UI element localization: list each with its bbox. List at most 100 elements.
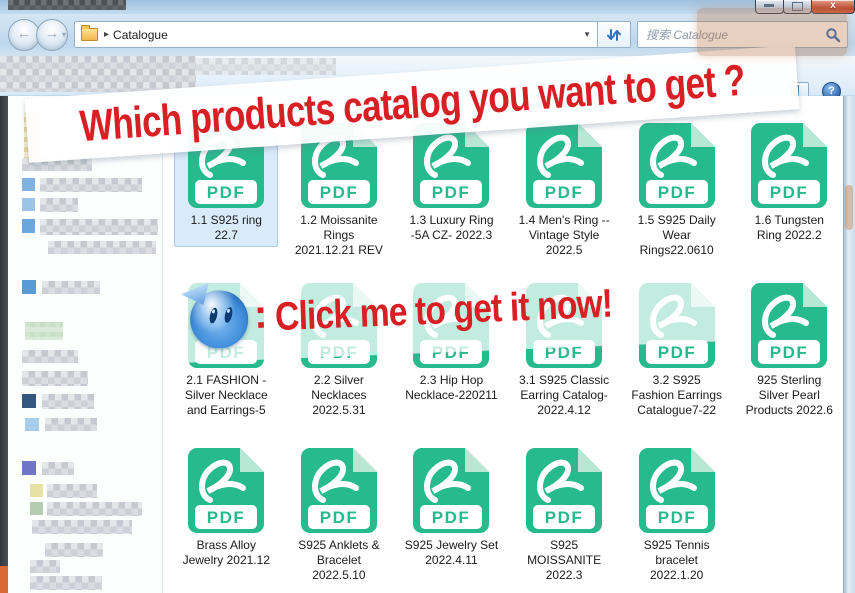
file-item[interactable]: PDF 1.5 S925 Daily Wear Rings22.0610 [620, 114, 733, 262]
censored-block [22, 178, 35, 191]
censored-block [42, 281, 100, 294]
pdf-icon-graphic: PDF [300, 448, 377, 533]
address-dropdown-chevron[interactable]: ▼ [583, 30, 591, 39]
desktop-edge-artifact [0, 566, 8, 593]
pdf-icon-graphic: PDF [413, 448, 490, 533]
svg-text:PDF: PDF [770, 183, 809, 202]
svg-text:PDF: PDF [657, 508, 696, 527]
censored-block [47, 502, 142, 516]
file-name: 1.1 S925 ring 22.7 [190, 213, 262, 242]
pdf-icon-graphic: PDF [638, 123, 715, 208]
censored-block [45, 418, 97, 431]
file-item[interactable]: PDF 1.4 Men's Ring -- Vintage Style 2022… [508, 114, 621, 262]
file-name: Brass Alloy Jewelry 2021.12 [182, 538, 270, 567]
frame-artifact [845, 185, 853, 230]
address-bar[interactable]: ▸ Catalogue ▼ [74, 21, 598, 48]
pdf-icon[interactable]: PDF [186, 443, 266, 535]
svg-text:PDF: PDF [545, 508, 584, 527]
breadcrumb-arrow-icon: ▸ [104, 29, 110, 40]
censored-block [40, 219, 158, 235]
pdf-icon[interactable]: PDF [411, 443, 491, 535]
file-name: 1.3 Luxury Ring -5A CZ- 2022.3 [409, 213, 494, 242]
svg-text:PDF: PDF [770, 343, 809, 362]
pdf-icon[interactable]: PDF [637, 118, 717, 210]
file-item-box[interactable]: PDF 1.5 S925 Daily Wear Rings22.0610 [625, 114, 729, 262]
file-name: 2.1 FASHION - Silver Necklace and Earrin… [184, 373, 268, 417]
file-item[interactable]: PDF S925 MOISSANITE 2022.3 [508, 439, 621, 587]
file-item[interactable]: PDF 1.6 Tungsten Ring 2022.2 [733, 114, 846, 262]
censored-block [22, 371, 88, 386]
censored-overlay [697, 8, 847, 56]
breadcrumb-folder[interactable]: Catalogue [113, 28, 168, 42]
file-name: S925 Tennis bracelet 2022.1.20 [643, 538, 710, 582]
file-name: S925 Anklets & Bracelet 2022.5.10 [298, 538, 380, 582]
file-grid-row: PDF Brass Alloy Jewelry 2021.12 PDF S925… [170, 439, 846, 587]
file-name: 1.5 S925 Daily Wear Rings22.0610 [637, 213, 716, 257]
svg-text:PDF: PDF [545, 183, 584, 202]
file-item[interactable]: PDF 1.3 Luxury Ring -5A CZ- 2022.3 [395, 114, 508, 262]
censored-block [45, 543, 103, 557]
censored-block [22, 198, 35, 211]
svg-text:PDF: PDF [207, 508, 246, 527]
history-dropdown-chevron[interactable]: ▾ [62, 30, 66, 39]
file-item-box[interactable]: PDF 925 Sterling Silver Pearl Products 2… [737, 274, 841, 422]
pdf-icon-graphic: PDF [638, 448, 715, 533]
refresh-button[interactable] [598, 21, 631, 48]
chat-bubble-mascot-icon [189, 289, 250, 350]
file-name: 1.6 Tungsten Ring 2022.2 [754, 213, 824, 242]
file-item-box[interactable]: PDF 1.6 Tungsten Ring 2022.2 [737, 114, 841, 247]
file-item-box[interactable]: PDF Brass Alloy Jewelry 2021.12 [174, 439, 278, 572]
censored-block [40, 198, 78, 212]
censored-block [30, 560, 60, 573]
censored-block [30, 484, 43, 497]
svg-text:PDF: PDF [657, 183, 696, 202]
svg-text:PDF: PDF [320, 508, 359, 527]
censored-block [22, 280, 36, 294]
file-name: 1.2 Moissanite Rings 2021.12.21 REV [294, 213, 383, 257]
censored-block [30, 576, 102, 590]
file-item[interactable]: PDF S925 Anklets & Bracelet 2022.5.10 [283, 439, 396, 587]
pdf-icon-graphic: PDF [188, 448, 265, 533]
censored-block [22, 461, 36, 475]
pdf-icon[interactable]: PDF [524, 118, 604, 210]
file-item[interactable]: PDF 925 Sterling Silver Pearl Products 2… [733, 274, 846, 422]
censored-block [30, 502, 43, 515]
folder-icon [81, 25, 98, 41]
pdf-icon[interactable]: PDF [637, 443, 717, 535]
svg-text:PDF: PDF [207, 183, 246, 202]
censored-block [25, 322, 63, 340]
censored-block [22, 219, 35, 233]
file-name: 3.1 S925 Classic Earring Catalog-2022.4.… [519, 373, 610, 417]
pdf-icon[interactable]: PDF [749, 118, 829, 210]
mascot-eyes [208, 306, 234, 325]
file-item-box[interactable]: PDF S925 Anklets & Bracelet 2022.5.10 [287, 439, 391, 587]
pdf-icon[interactable]: PDF [524, 443, 604, 535]
file-item[interactable]: PDF S925 Tennis bracelet 2022.1.20 [620, 439, 733, 587]
grid-empty-cell [733, 439, 846, 587]
file-item-box[interactable]: PDF S925 Tennis bracelet 2022.1.20 [625, 439, 729, 587]
censored-block [40, 178, 142, 192]
cta-colon: : [253, 291, 269, 337]
minimize-icon [764, 4, 774, 7]
censored-block [8, 0, 126, 10]
refresh-icon [607, 28, 621, 41]
file-item-box[interactable]: PDF S925 MOISSANITE 2022.3 [512, 439, 616, 587]
file-item-box[interactable]: PDF S925 Jewelry Set 2022.4.11 [399, 439, 503, 572]
file-name: S925 Jewelry Set 2022.4.11 [404, 538, 499, 567]
svg-text:PDF: PDF [320, 183, 359, 202]
svg-text:PDF: PDF [657, 343, 696, 362]
file-name: 1.4 Men's Ring -- Vintage Style 2022.5 [518, 213, 610, 257]
svg-text:PDF: PDF [432, 183, 471, 202]
window-left-frame [0, 96, 8, 593]
file-item[interactable]: PDF S925 Jewelry Set 2022.4.11 [395, 439, 508, 587]
censored-block [0, 56, 196, 92]
file-name: S925 MOISSANITE 2022.3 [527, 538, 602, 582]
pdf-icon[interactable]: PDF [749, 278, 829, 370]
file-item[interactable]: PDF Brass Alloy Jewelry 2021.12 [170, 439, 283, 587]
censored-block [42, 462, 74, 475]
file-name: 3.2 S925 Fashion Earrings Catalogue7-22 [631, 373, 723, 417]
file-item-box[interactable]: PDF 1.4 Men's Ring -- Vintage Style 2022… [512, 114, 616, 262]
censored-block [22, 350, 78, 363]
pdf-icon[interactable]: PDF [299, 443, 379, 535]
censored-block [47, 484, 97, 498]
